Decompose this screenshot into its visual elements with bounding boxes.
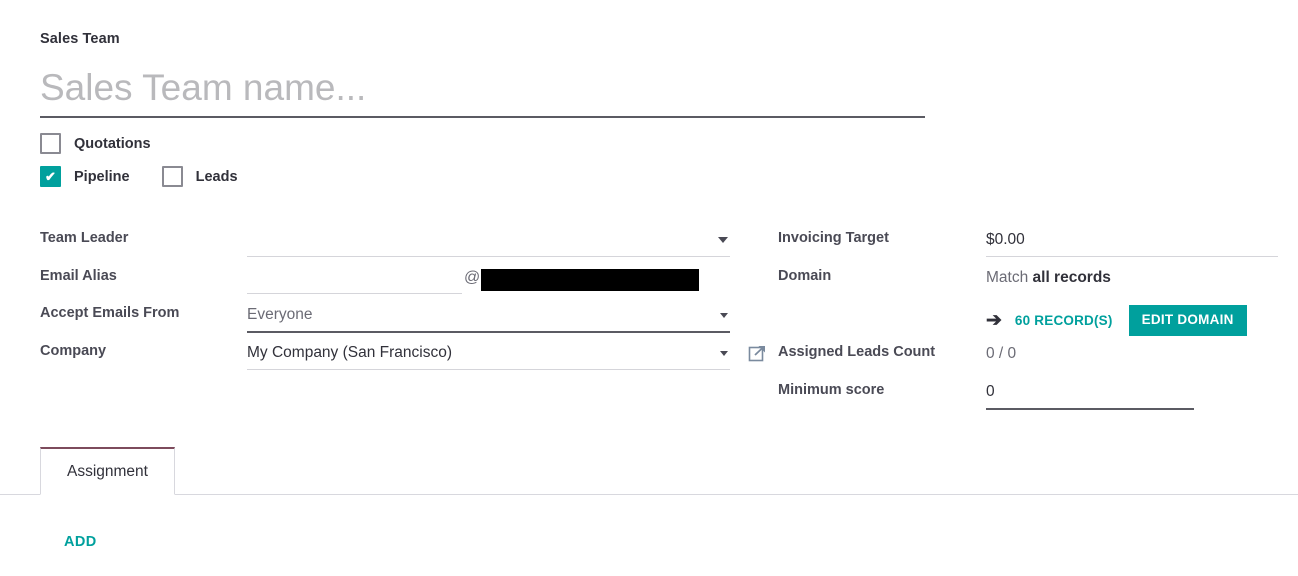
- minimum-score-value[interactable]: 0: [986, 377, 1194, 408]
- company-label: Company: [40, 342, 107, 359]
- pipeline-label: Pipeline: [74, 168, 130, 185]
- accept-emails-from-field: Everyone: [247, 300, 730, 333]
- quotations-label: Quotations: [74, 135, 151, 152]
- assigned-leads-count-value: 0 / 0: [986, 345, 1017, 362]
- domain-row: Domain Match all records: [778, 263, 1278, 301]
- domain-actions-row: ➔ 60 RECORD(S) EDIT DOMAIN: [986, 302, 1278, 339]
- records-count-link[interactable]: 60 RECORD(S): [1015, 313, 1113, 328]
- accept-emails-from-value[interactable]: Everyone: [247, 300, 730, 331]
- domain-match-value: all records: [1032, 268, 1111, 286]
- leads-label: Leads: [195, 168, 238, 185]
- email-alias-field: @: [247, 261, 730, 294]
- assigned-leads-count-label: Assigned Leads Count: [778, 344, 936, 360]
- invoicing-target-label: Invoicing Target: [778, 230, 889, 246]
- leads-checkbox[interactable]: ✔: [161, 166, 183, 187]
- email-alias-input[interactable]: [247, 261, 462, 293]
- check-icon: ✔: [45, 169, 56, 184]
- quotations-option-row: ✔ Quotations: [40, 133, 151, 154]
- chevron-down-icon[interactable]: [720, 313, 728, 318]
- team-leader-input[interactable]: [247, 225, 730, 256]
- invoicing-target-row: Invoicing Target $0.00: [778, 225, 1278, 263]
- at-symbol: @: [464, 268, 481, 286]
- team-leader-input-wrap: [247, 225, 730, 257]
- company-row: Company My Company (San Francisco): [40, 338, 765, 376]
- domain-match-text: Match all records: [986, 263, 1278, 294]
- accept-emails-from-row: Accept Emails From Everyone: [40, 300, 730, 338]
- page-title-label: Sales Team: [40, 31, 120, 47]
- company-field: My Company (San Francisco): [247, 338, 765, 370]
- domain-field: Match all records: [986, 263, 1278, 294]
- accept-emails-from-select-wrap: Everyone: [247, 300, 730, 333]
- domain-match-prefix: Match: [986, 268, 1033, 286]
- invoicing-target-input-wrap: $0.00: [986, 225, 1278, 257]
- quotations-checkbox[interactable]: ✔: [40, 133, 61, 154]
- external-link-icon[interactable]: [748, 343, 768, 363]
- redacted-domain-block: [481, 268, 700, 291]
- right-field-column: Invoicing Target $0.00 Domain Match all …: [778, 225, 1278, 414]
- minimum-score-row: Minimum score 0: [778, 377, 1278, 415]
- company-select-wrap: My Company (San Francisco): [247, 338, 730, 370]
- pipeline-leads-option-row: ✔ Pipeline ✔ Leads: [40, 166, 238, 187]
- invoicing-target-value[interactable]: $0.00: [986, 225, 1278, 256]
- team-leader-row: Team Leader: [40, 225, 730, 263]
- assigned-leads-count-field: 0 / 0: [986, 339, 1278, 370]
- domain-label: Domain: [778, 267, 832, 284]
- sales-team-form-page: Sales Team ✔ Quotations ✔ Pipeline ✔ Lea…: [0, 0, 1298, 576]
- minimum-score-field: 0: [986, 377, 1278, 410]
- chevron-down-icon[interactable]: [720, 350, 728, 356]
- chevron-down-icon[interactable]: [718, 237, 728, 243]
- pipeline-checkbox[interactable]: ✔: [40, 166, 61, 187]
- minimum-score-input-wrap: 0: [986, 377, 1194, 410]
- email-alias-composite: @: [247, 261, 730, 294]
- company-value[interactable]: My Company (San Francisco): [247, 338, 730, 369]
- accept-emails-from-label: Accept Emails From: [40, 305, 180, 321]
- invoicing-target-field: $0.00: [986, 225, 1278, 257]
- arrow-right-icon: ➔: [986, 310, 1002, 331]
- team-leader-label: Team Leader: [40, 230, 129, 246]
- sales-team-name-input[interactable]: [40, 60, 925, 116]
- left-field-column: Team Leader Email Alias @ Accept Emails …: [40, 225, 765, 376]
- minimum-score-label: Minimum score: [778, 381, 885, 398]
- edit-domain-button[interactable]: EDIT DOMAIN: [1128, 305, 1247, 336]
- notebook-tab-bar: Assignment: [0, 447, 1298, 495]
- add-line-button[interactable]: ADD: [64, 534, 97, 550]
- assigned-leads-count-row: Assigned Leads Count 0 / 0: [778, 339, 1278, 377]
- email-alias-label: Email Alias: [40, 267, 117, 284]
- email-alias-row: Email Alias @: [40, 261, 730, 301]
- tab-assignment[interactable]: Assignment: [40, 447, 175, 495]
- team-leader-field: [247, 225, 730, 257]
- sales-team-name-field-wrap: [40, 60, 925, 118]
- email-alias-input-wrap: [247, 261, 462, 294]
